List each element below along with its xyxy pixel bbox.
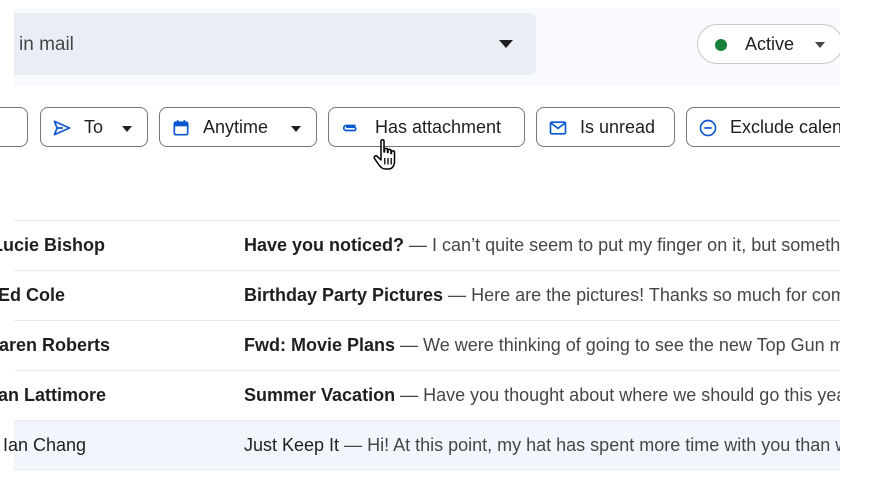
gmail-viewport: in mail Active To Anytime Has attachment	[0, 0, 840, 482]
search-options-dropdown-icon[interactable]	[499, 40, 513, 48]
filter-chip-anytime-label: Anytime	[203, 117, 269, 137]
attachment-icon	[342, 124, 357, 132]
filter-chip-exclude-calendar[interactable]: Exclude calendar updates	[686, 107, 840, 147]
chevron-down-icon	[291, 126, 301, 132]
email-sender: Lucie Bishop	[0, 235, 106, 255]
email-content: Fwd: Movie Plans — We were thinking of g…	[244, 335, 840, 356]
email-content: Summer Vacation — Have you thought about…	[244, 385, 840, 406]
filter-chip-has-attachment-label: Has attachment	[375, 117, 502, 137]
mail-icon	[549, 121, 567, 135]
email-snippet: We were thinking of going to see the new…	[423, 335, 840, 355]
filter-chip-exclude-calendar-label: Exclude calendar updates	[730, 117, 840, 137]
subject-separator: —	[395, 335, 424, 355]
filter-chip-anytime[interactable]: Anytime	[159, 107, 317, 147]
status-label: Active	[745, 34, 795, 54]
hand-cursor-icon	[373, 139, 396, 170]
filter-chip-is-unread-label: Is unread	[580, 117, 656, 137]
subject-separator: —	[404, 235, 433, 255]
email-subject: Summer Vacation	[244, 385, 396, 405]
email-subject: Fwd: Movie Plans	[244, 335, 396, 355]
send-icon	[53, 120, 71, 136]
email-snippet: Have you thought about where we should g…	[423, 385, 840, 405]
email-subject: Have you noticed?	[244, 235, 405, 255]
filter-chip-from[interactable]	[0, 107, 28, 147]
email-subject: Just Keep It	[244, 435, 340, 455]
search-bar[interactable]: in mail	[14, 13, 536, 75]
status-selector[interactable]: Active	[697, 24, 840, 64]
calendar-icon	[173, 120, 189, 136]
email-snippet: I can’t quite seem to put my finger on i…	[432, 235, 840, 255]
email-snippet: Here are the pictures! Thanks so much fo…	[471, 285, 840, 305]
filter-chip-to[interactable]: To	[40, 107, 148, 147]
active-status-dot-icon	[715, 39, 727, 51]
filter-chip-to-label: To	[84, 117, 104, 137]
chevron-down-icon	[815, 42, 825, 48]
mail-list: Lucie Bishop Have you noticed? — I can’t…	[0, 220, 840, 470]
subject-separator: —	[443, 285, 472, 305]
email-row[interactable]: Ian Chang Just Keep It — Hi! At this poi…	[3, 420, 840, 470]
remove-circle-icon	[699, 119, 717, 137]
email-content: Birthday Party Pictures — Here are the p…	[244, 285, 840, 306]
email-content: Have you noticed? — I can’t quite seem t…	[244, 235, 840, 256]
filter-chip-is-unread[interactable]: Is unread	[536, 107, 675, 147]
email-snippet: Hi! At this point, my hat has spent more…	[367, 435, 840, 455]
email-content: Just Keep It — Hi! At this point, my hat…	[244, 435, 840, 456]
email-sender: Ed Cole	[0, 285, 66, 305]
subject-separator: —	[339, 435, 368, 455]
email-sender: Karen Roberts	[0, 335, 111, 355]
email-row[interactable]: Karen Roberts Fwd: Movie Plans — We were…	[0, 320, 840, 370]
email-row[interactable]: Ed Cole Birthday Party Pictures — Here a…	[0, 270, 840, 320]
filter-chip-has-attachment[interactable]: Has attachment	[328, 107, 525, 147]
email-row[interactable]: Dan Lattimore Summer Vacation — Have you…	[0, 370, 840, 420]
email-sender: Ian Chang	[3, 435, 87, 455]
email-subject: Birthday Party Pictures	[244, 285, 444, 305]
email-sender: Dan Lattimore	[0, 385, 107, 405]
chevron-down-icon	[122, 126, 132, 132]
email-row[interactable]: Lucie Bishop Have you noticed? — I can’t…	[0, 220, 840, 270]
subject-separator: —	[395, 385, 424, 405]
search-input[interactable]: in mail	[19, 34, 74, 56]
